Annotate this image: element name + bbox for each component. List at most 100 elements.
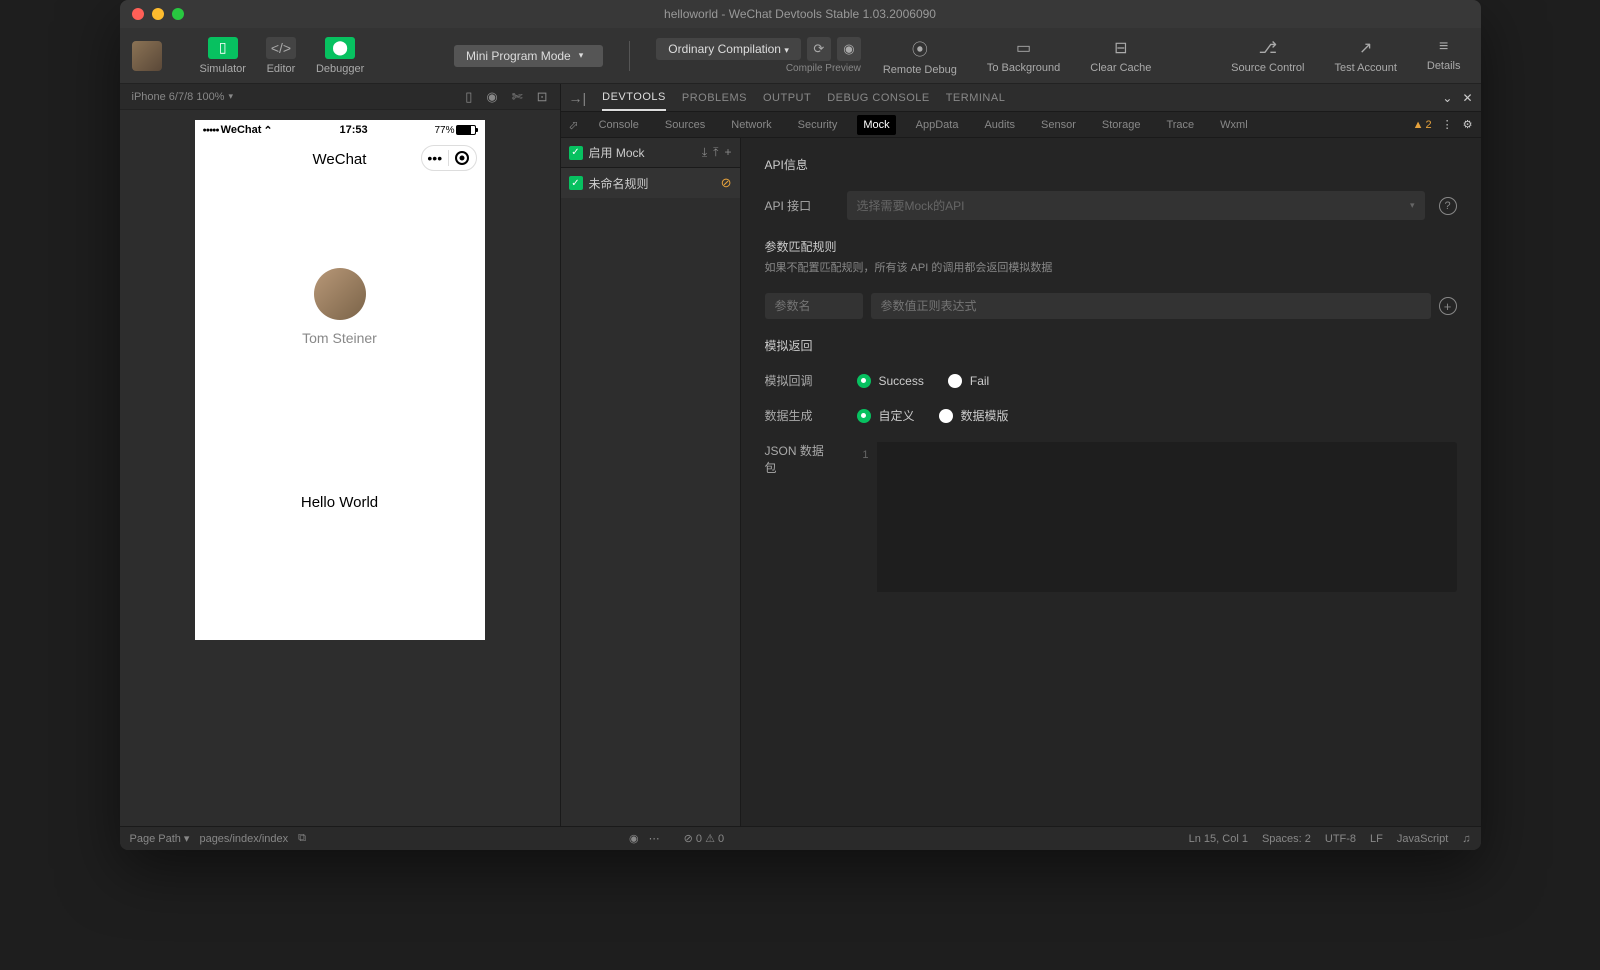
json-editor[interactable]: 1 <box>847 442 1457 592</box>
tab-debug-console[interactable]: DEBUG CONSOLE <box>827 86 929 110</box>
device-select[interactable]: iPhone 6/7/8 100% ▾ <box>132 91 234 103</box>
subtab-wxml[interactable]: Wxml <box>1214 115 1254 135</box>
subtab-audits[interactable]: Audits <box>978 115 1021 135</box>
compilation-select[interactable]: Ordinary Compilation ▾ <box>656 38 801 60</box>
phone-header: WeChat ••• <box>195 140 485 178</box>
enable-mock-checkbox[interactable]: ✓ <box>569 146 583 160</box>
chevron-down-icon: ▾ <box>579 50 584 61</box>
datagen-template-radio[interactable]: 数据模版 <box>939 407 1009 424</box>
indent-setting[interactable]: Spaces: 2 <box>1262 833 1311 845</box>
simulator-subbar: iPhone 6/7/8 100% ▾ ▯ ◉ ✄ ⊡ <box>120 84 560 110</box>
subtab-sensor[interactable]: Sensor <box>1035 115 1082 135</box>
tab-problems[interactable]: PROBLEMS <box>682 86 747 110</box>
add-param-button[interactable]: + <box>1439 297 1457 315</box>
callback-success-radio[interactable]: Success <box>857 374 924 388</box>
divider <box>629 41 630 71</box>
phone-statusbar: ●●●●● WeChat ⌃ 17:53 77% <box>195 120 485 140</box>
user-avatar[interactable] <box>314 268 366 320</box>
subtab-trace[interactable]: Trace <box>1160 115 1200 135</box>
tab-output[interactable]: OUTPUT <box>763 86 811 110</box>
param-rule-desc: 如果不配置匹配规则，所有该 API 的调用都会返回模拟数据 <box>765 259 1457 275</box>
callback-fail-radio[interactable]: Fail <box>948 374 989 388</box>
close-window-button[interactable] <box>132 8 144 20</box>
mock-rule-item[interactable]: ✓ 未命名规则 ⊘ <box>561 168 740 198</box>
close-icon[interactable]: ✕ <box>1462 91 1472 105</box>
subtab-security[interactable]: Security <box>792 115 844 135</box>
to-background-button[interactable]: ▭ To Background <box>979 34 1068 78</box>
devtools-pane: →| DEVTOOLS PROBLEMS OUTPUT DEBUG CONSOL… <box>560 84 1481 826</box>
language-mode[interactable]: JavaScript <box>1397 833 1448 845</box>
chevron-down-icon[interactable]: ⌄ <box>1442 91 1452 105</box>
chevron-down-icon: ▾ <box>228 91 233 102</box>
debugger-button[interactable]: ⬤ Debugger <box>308 33 372 79</box>
subtab-storage[interactable]: Storage <box>1096 115 1147 135</box>
api-select[interactable]: 选择需要Mock的API ▾ <box>847 191 1425 220</box>
preview-icon[interactable]: ◉ <box>629 832 639 845</box>
radio-unselected-icon <box>948 374 962 388</box>
help-icon[interactable]: ? <box>1439 197 1457 215</box>
page-path-label[interactable]: Page Path ▾ <box>130 832 190 845</box>
param-regex-input[interactable] <box>871 293 1431 319</box>
param-rule-header: 参数匹配规则 <box>765 238 1457 255</box>
record-icon[interactable]: ◉ <box>486 89 497 105</box>
preview-button[interactable]: ◉ <box>837 37 861 61</box>
capsule-close[interactable] <box>449 151 476 165</box>
editor-button[interactable]: </> Editor <box>258 33 304 79</box>
capsule-button[interactable]: ••• <box>421 145 477 171</box>
subtab-sources[interactable]: Sources <box>659 115 711 135</box>
details-button[interactable]: ≡ Details <box>1419 34 1469 78</box>
mock-enable-row: ✓ 启用 Mock ⤓ ⤒ + <box>561 138 740 168</box>
battery-icon <box>456 125 476 135</box>
remote-debug-icon: ⦿ <box>912 36 928 60</box>
tab-terminal[interactable]: TERMINAL <box>946 86 1006 110</box>
maximize-window-button[interactable] <box>172 8 184 20</box>
capsule-menu[interactable]: ••• <box>422 150 450 166</box>
datagen-custom-radio[interactable]: 自定义 <box>857 407 915 424</box>
cursor-position[interactable]: Ln 15, Col 1 <box>1189 833 1248 845</box>
warning-badge[interactable]: ▲ 2 <box>1413 119 1432 131</box>
chevron-down-icon: ▾ <box>784 45 789 55</box>
phone-frame: ●●●●● WeChat ⌃ 17:53 77% WeChat <box>195 120 485 640</box>
copy-icon[interactable]: ⧉ <box>298 832 306 845</box>
test-account-button[interactable]: ↗ Test Account <box>1327 34 1405 78</box>
settings-icon[interactable]: ⚙ <box>1463 118 1473 131</box>
tab-devtools[interactable]: DEVTOOLS <box>602 85 666 111</box>
diagnostics[interactable]: ⊘ 0 ⚠ 0 <box>684 832 725 845</box>
rotate-icon[interactable]: ▯ <box>465 89 472 105</box>
cut-icon[interactable]: ✄ <box>512 89 523 105</box>
refresh-button[interactable]: ⟳ <box>807 37 831 61</box>
user-avatar-small[interactable] <box>132 41 162 71</box>
cache-icon: ⊟ <box>1114 38 1127 58</box>
simulator-button[interactable]: ▯ Simulator <box>192 33 254 79</box>
mode-select[interactable]: Mini Program Mode▾ <box>454 45 603 67</box>
download-icon[interactable]: ⤓ <box>702 145 707 160</box>
subtab-mock[interactable]: Mock <box>857 115 895 135</box>
radio-unselected-icon <box>939 409 953 423</box>
more-icon[interactable]: ⋮ <box>1442 118 1453 131</box>
json-gutter: 1 <box>847 442 877 592</box>
toggle-panel-icon[interactable]: →| <box>569 90 587 106</box>
param-name-input[interactable] <box>765 293 863 319</box>
remote-debug-button[interactable]: ⦿ Remote Debug <box>875 32 965 80</box>
subtab-console[interactable]: Console <box>593 115 645 135</box>
branch-icon: ⎇ <box>1259 38 1277 58</box>
add-icon[interactable]: + <box>724 145 731 160</box>
json-content[interactable] <box>877 442 1457 592</box>
minimize-window-button[interactable] <box>152 8 164 20</box>
rule-checkbox[interactable]: ✓ <box>569 176 583 190</box>
inspect-icon[interactable]: ⬀ <box>569 118 579 132</box>
clear-cache-button[interactable]: ⊟ Clear Cache <box>1082 34 1159 78</box>
eol[interactable]: LF <box>1370 833 1383 845</box>
encoding[interactable]: UTF-8 <box>1325 833 1356 845</box>
phone-content: Tom Steiner Hello World <box>195 178 485 640</box>
more-icon[interactable]: ⋯ <box>649 832 660 845</box>
bell-icon[interactable]: ♫ <box>1462 833 1470 845</box>
window-icon[interactable]: ⊡ <box>537 89 548 105</box>
user-name: Tom Steiner <box>302 330 377 346</box>
phone-time: 17:53 <box>339 124 367 136</box>
subtab-network[interactable]: Network <box>725 115 777 135</box>
upload-icon[interactable]: ⤒ <box>713 145 718 160</box>
source-control-button[interactable]: ⎇ Source Control <box>1223 34 1312 78</box>
mock-sidebar: ✓ 启用 Mock ⤓ ⤒ + ✓ 未命名规则 ⊘ <box>561 138 741 826</box>
subtab-appdata[interactable]: AppData <box>910 115 965 135</box>
